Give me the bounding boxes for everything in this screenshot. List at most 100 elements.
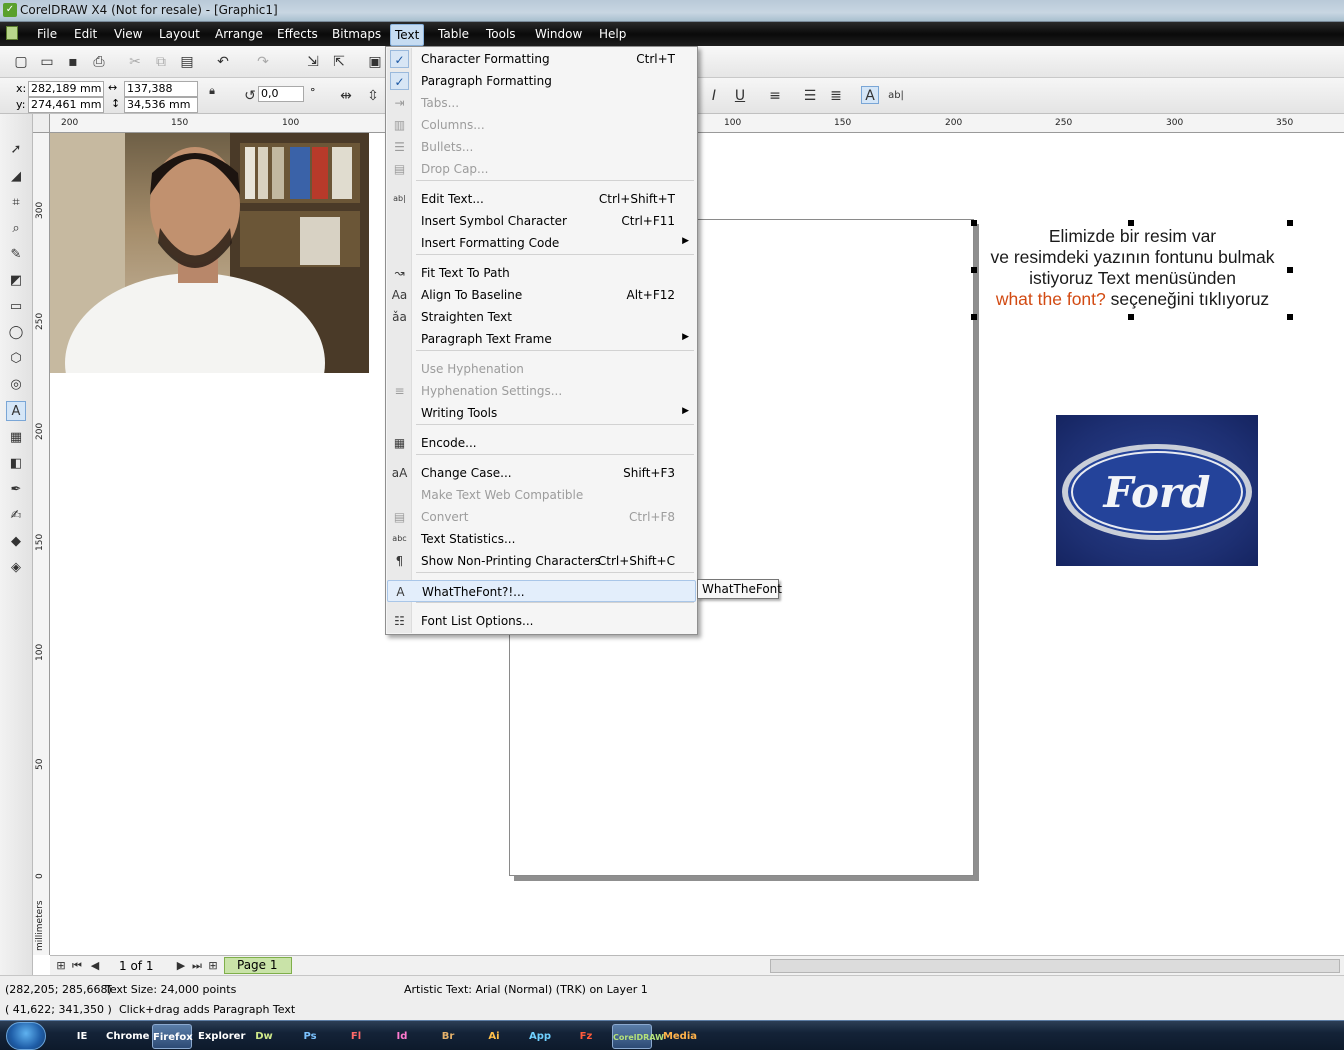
taskbar-filezilla-icon[interactable]: Fz: [566, 1024, 606, 1049]
italic-icon[interactable]: I: [705, 87, 723, 105]
open-icon[interactable]: ▭: [38, 53, 56, 71]
bullet-list-icon[interactable]: ☰: [801, 87, 819, 105]
menu-arrange[interactable]: Arrange: [215, 27, 263, 41]
mirror-horizontal-icon[interactable]: ⇹: [337, 87, 355, 105]
text-menu-item[interactable]: Aa Align To Baseline Alt+F12: [387, 284, 696, 306]
text-tool-icon[interactable]: A: [6, 401, 26, 421]
x-position-field[interactable]: 282,189 mm: [28, 81, 104, 97]
taskbar-explorer-icon[interactable]: Explorer: [198, 1024, 245, 1049]
menu-view[interactable]: View: [114, 27, 142, 41]
taskbar-flash-icon[interactable]: Fl: [336, 1024, 376, 1049]
text-menu-item[interactable]: aA Change Case... Shift+F3: [387, 462, 696, 484]
taskbar-photoshop-icon[interactable]: Ps: [290, 1024, 330, 1049]
prev-page-icon[interactable]: ◀: [86, 957, 104, 975]
menu-effects[interactable]: Effects: [277, 27, 318, 41]
shape-tool-icon[interactable]: ◢: [6, 167, 26, 187]
page-tab[interactable]: Page 1: [224, 957, 292, 974]
first-page-icon[interactable]: ⏮: [68, 957, 86, 975]
horizontal-align-icon[interactable]: ≡: [766, 87, 784, 105]
menu-edit[interactable]: Edit: [74, 27, 97, 41]
menu-file[interactable]: File: [37, 27, 57, 41]
menu-window[interactable]: Window: [535, 27, 582, 41]
redo-icon[interactable]: ↷: [254, 53, 272, 71]
taskbar-internet-explorer-icon[interactable]: IE: [62, 1024, 102, 1049]
selection-handle[interactable]: [971, 220, 977, 226]
horizontal-scrollbar[interactable]: [770, 959, 1340, 973]
object-height-field[interactable]: 34,536 mm: [124, 97, 198, 113]
save-icon[interactable]: ▪: [64, 53, 82, 71]
rectangle-tool-icon[interactable]: ▭: [6, 297, 26, 317]
polygon-tool-icon[interactable]: ⬡: [6, 349, 26, 369]
selection-handle[interactable]: [1287, 314, 1293, 320]
import-icon[interactable]: ⇲: [304, 53, 322, 71]
text-menu-item[interactable]: ab| Edit Text... Ctrl+Shift+T: [387, 188, 696, 210]
fill-tool-icon[interactable]: ◆: [6, 532, 26, 552]
taskbar-bridge-icon[interactable]: Br: [428, 1024, 468, 1049]
taskbar-indesign-icon[interactable]: Id: [382, 1024, 422, 1049]
text-menu-item[interactable]: Insert Formatting Code ▶: [387, 232, 696, 254]
paste-icon[interactable]: ▤: [178, 53, 196, 71]
interactive-fill-icon[interactable]: ◈: [6, 558, 26, 578]
drop-cap-toolbar-icon[interactable]: ≣: [827, 87, 845, 105]
eyedropper-tool-icon[interactable]: ✒: [6, 480, 26, 500]
add-page-after-icon[interactable]: ⊞: [204, 957, 222, 975]
taskbar-chrome-icon[interactable]: Chrome: [106, 1024, 149, 1049]
table-tool-icon[interactable]: ▦: [6, 428, 26, 448]
menu-table[interactable]: Table: [438, 27, 469, 41]
start-button[interactable]: [6, 1022, 46, 1050]
object-width-field[interactable]: 137,388 mm: [124, 81, 198, 109]
selection-handle[interactable]: [1287, 220, 1293, 226]
text-menu-item[interactable]: ▦ Encode...: [387, 432, 696, 454]
new-document-icon[interactable]: ▢: [12, 53, 30, 71]
underline-icon[interactable]: U: [731, 87, 749, 105]
outline-tool-icon[interactable]: ✍: [6, 506, 26, 526]
text-menu-item[interactable]: Insert Symbol Character Ctrl+F11: [387, 210, 696, 232]
menu-layout[interactable]: Layout: [159, 27, 200, 41]
taskbar-app-icon[interactable]: App: [520, 1024, 560, 1049]
zoom-tool-icon[interactable]: ⌕: [6, 219, 26, 239]
text-menu-item[interactable]: ✓ Paragraph Formatting: [387, 70, 696, 92]
taskbar-dreamweaver-icon[interactable]: Dw: [244, 1024, 284, 1049]
basic-shapes-icon[interactable]: ◎: [6, 375, 26, 395]
text-menu-item[interactable]: ↝ Fit Text To Path: [387, 262, 696, 284]
lock-ratio-icon[interactable]: 🔒︎: [203, 82, 221, 100]
selection-handle[interactable]: [971, 314, 977, 320]
text-menu-item[interactable]: ¶ Show Non-Printing Characters Ctrl+Shift+…: [387, 550, 696, 572]
application-launcher-icon[interactable]: ▣: [366, 53, 384, 71]
selection-handle[interactable]: [971, 267, 977, 273]
edit-text-toolbar-icon[interactable]: ab|: [887, 87, 905, 105]
text-properties-icon[interactable]: A: [861, 86, 879, 104]
export-icon[interactable]: ⇱: [330, 53, 348, 71]
vertical-ruler[interactable]: 300 250 200 150 100 50 0 millimeters: [33, 133, 50, 955]
text-menu-item[interactable]: A WhatTheFont?!...: [387, 580, 696, 602]
ellipse-tool-icon[interactable]: ◯: [6, 323, 26, 343]
text-menu-item[interactable]: ✓ Character Formatting Ctrl+T: [387, 48, 696, 70]
selection-handle[interactable]: [1128, 314, 1134, 320]
crop-tool-icon[interactable]: ⌗: [6, 193, 26, 213]
selection-handle[interactable]: [1128, 220, 1134, 226]
artistic-text-block[interactable]: Elimizde bir resim var ve resimdeki yazı…: [975, 226, 1290, 310]
taskbar-illustrator-icon[interactable]: Ai: [474, 1024, 514, 1049]
menu-text[interactable]: Text: [390, 24, 425, 46]
menu-help[interactable]: Help: [599, 27, 626, 41]
print-icon[interactable]: ⎙: [90, 53, 108, 71]
y-position-field[interactable]: 274,461 mm: [28, 97, 104, 113]
copy-icon[interactable]: ⧉: [152, 53, 170, 71]
rotation-angle-field[interactable]: 0,0: [258, 86, 304, 102]
menu-tools[interactable]: Tools: [486, 27, 516, 41]
taskbar-media-player-icon[interactable]: Media: [660, 1024, 700, 1049]
interactive-blend-icon[interactable]: ◧: [6, 454, 26, 474]
undo-icon[interactable]: ↶: [214, 53, 232, 71]
text-menu-item[interactable]: Paragraph Text Frame ▶: [387, 328, 696, 350]
mirror-vertical-icon[interactable]: ⇳: [364, 87, 382, 105]
taskbar-firefox-icon[interactable]: Firefox: [152, 1024, 193, 1049]
text-menu-item[interactable]: abc Text Statistics...: [387, 528, 696, 550]
selection-handle[interactable]: [1287, 267, 1293, 273]
document-icon[interactable]: [6, 26, 18, 40]
smart-fill-icon[interactable]: ◩: [6, 271, 26, 291]
pick-tool-icon[interactable]: ➚: [6, 140, 26, 160]
ford-logo-image[interactable]: Ford: [1056, 415, 1258, 566]
ruler-origin[interactable]: [33, 114, 50, 133]
cut-icon[interactable]: ✂: [126, 53, 144, 71]
taskbar-coreldraw-icon[interactable]: CorelDRAW: [612, 1024, 664, 1049]
